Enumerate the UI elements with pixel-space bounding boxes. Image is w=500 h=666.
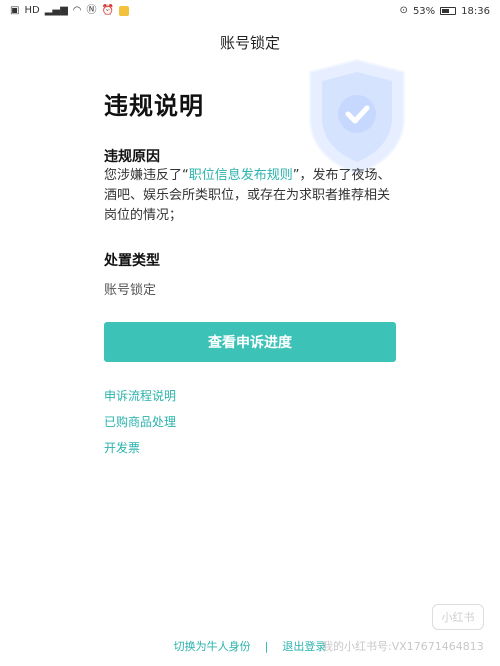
rule-link[interactable]: 职位信息发布规则 (189, 168, 293, 183)
switch-identity-link[interactable]: 切换为牛人身份 (174, 638, 251, 654)
type-value: 账号锁定 (104, 283, 157, 298)
clock: 18:36 (461, 5, 490, 17)
watermark-badge: 小红书 (432, 604, 484, 630)
shield-check-icon (309, 58, 405, 176)
reason-text: 您涉嫌违反了“职位信息发布规则”，发布了夜场、酒吧、娱乐会所类职位，或存在为求职… (104, 166, 396, 226)
view-appeal-progress-button[interactable]: 查看申诉进度 (104, 322, 396, 362)
bottom-divider: | (264, 639, 269, 653)
page-title: 账号锁定 (219, 33, 280, 52)
wifi-icon: ◠ (72, 5, 82, 16)
invoice-link[interactable]: 开发票 (104, 439, 140, 456)
status-bar: ▣ HD ▂▄▆ ◠ Ⓝ ⏰ ⊙ 53% 18:36 (0, 0, 500, 22)
app-icon (118, 6, 129, 16)
violation-heading: 违规说明 (104, 92, 204, 120)
watermark-text: 我的小红书号:VX17671464813 (322, 640, 484, 653)
status-left: ▣ HD ▂▄▆ ◠ Ⓝ ⏰ (10, 6, 129, 16)
purchased-goods-link[interactable]: 已购商品处理 (104, 413, 176, 430)
hd-label: HD (24, 5, 40, 16)
status-right: ⊙ 53% 18:36 (400, 6, 490, 17)
alarm-icon: ⏰ (101, 5, 114, 16)
location-icon: ⊙ (399, 5, 408, 16)
signal-icon: ▂▄▆ (44, 5, 68, 16)
n-icon: Ⓝ (86, 5, 97, 16)
appeal-process-link[interactable]: 申诉流程说明 (104, 387, 176, 404)
type-label: 处置类型 (104, 253, 160, 269)
title-bar: 账号锁定 (0, 22, 500, 62)
notification-icon: ▣ (10, 5, 20, 16)
battery-icon (440, 7, 457, 15)
logout-link[interactable]: 退出登录 (282, 638, 326, 654)
reason-text-before: 您涉嫌违反了“ (104, 168, 189, 183)
battery-percent: 53% (412, 5, 436, 17)
reason-label: 违规原因 (104, 149, 160, 165)
